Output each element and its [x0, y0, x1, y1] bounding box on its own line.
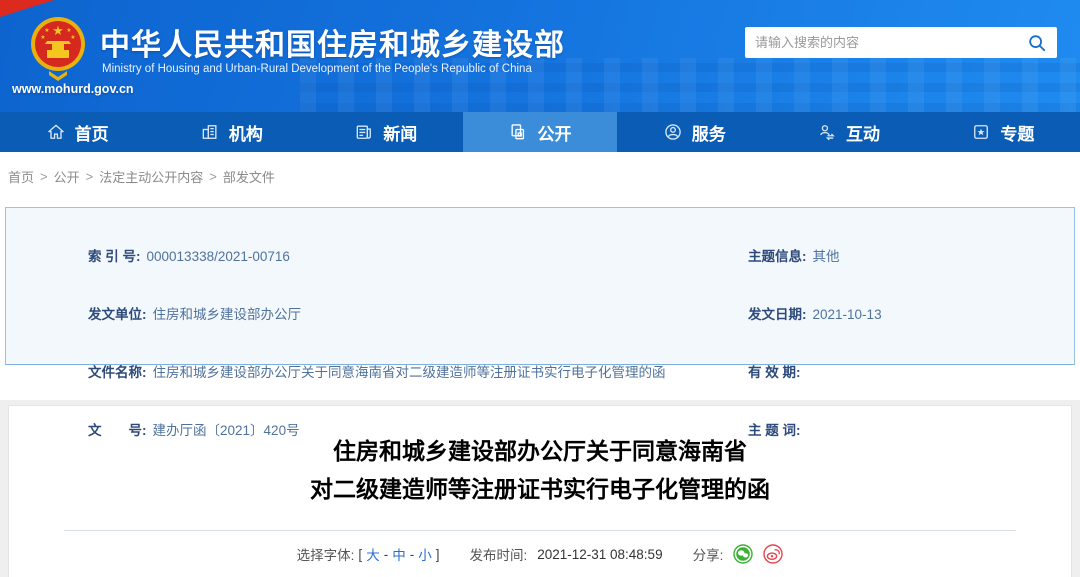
site-subtitle: Ministry of Housing and Urban-Rural Deve…: [102, 63, 532, 75]
meta-label: 发文日期:: [748, 307, 807, 322]
meta-column-left: 索 引 号: 000013338/2021-00716 发文单位: 住房和城乡建设部…: [58, 234, 718, 438]
svg-text:★: ★: [44, 27, 49, 34]
document-meta-card: 索 引 号: 000013338/2021-00716 发文单位: 住房和城乡建设部…: [5, 207, 1075, 438]
meta-value: 2021-10-13: [812, 307, 882, 322]
breadcrumb-item-disclosure[interactable]: 公开: [54, 167, 80, 186]
font-size-small-button[interactable]: 小: [418, 544, 432, 564]
breadcrumb-separator: >: [40, 168, 48, 184]
publish-time-label: 发布时间:: [469, 548, 528, 563]
nav-item-interaction[interactable]: 互动: [771, 112, 925, 152]
meta-value: 建办厅函〔2021〕420号: [152, 423, 300, 438]
bracket-close: ]: [435, 546, 440, 562]
service-icon: [663, 122, 683, 142]
nav-item-label: 新闻: [383, 124, 418, 144]
meta-label: 文 号:: [88, 423, 147, 438]
svg-text:★: ★: [40, 34, 45, 41]
national-emblem-icon: ★ ★ ★ ★ ★: [31, 17, 85, 81]
breadcrumb-separator: >: [85, 168, 94, 184]
meta-row-issue-date: 发文日期: 2021-10-13: [718, 292, 1074, 337]
nav-item-organization[interactable]: 机构: [154, 112, 308, 152]
site-header: ★ ★ ★ ★ ★ 中华人民共和国住房和城乡建设部 Ministry of Ho…: [0, 0, 1080, 112]
meta-row-index-number: 索 引 号: 000013338/2021-00716: [58, 234, 718, 279]
breadcrumb: 首页 > 公开 > 法定主动公开内容 > 部发文件: [0, 152, 1080, 200]
nav-item-label: 首页: [74, 124, 109, 144]
publish-time-value: 2021-12-31 08:48:59: [537, 546, 663, 562]
search-input[interactable]: [755, 35, 1027, 50]
meta-label: 主 题 词:: [748, 423, 801, 438]
share-group: 分享:: [693, 544, 784, 564]
font-size-large-button[interactable]: 大: [366, 544, 380, 564]
meta-label: 主题信息:: [748, 249, 807, 264]
meta-value: 住房和城乡建设部办公厅关于同意海南省对二级建造师等注册证书实行电子化管理的函: [152, 365, 666, 380]
interaction-icon: [817, 122, 837, 142]
meta-column-right: 主题信息: 其他 发文日期: 2021-10-13 有 效 期: 主 题 词:: [718, 234, 1074, 438]
nav-item-label: 公开: [537, 124, 572, 144]
svg-text:★: ★: [70, 34, 75, 41]
meta-row-document-name: 文件名称: 住房和城乡建设部办公厅关于同意海南省对二级建造师等注册证书实行电子化管…: [58, 350, 718, 395]
breadcrumb-item-current: 部发文件: [222, 169, 275, 185]
document-meta-section: 索 引 号: 000013338/2021-00716 发文单位: 住房和城乡建设部…: [0, 200, 1080, 438]
meta-label: 有 效 期:: [748, 365, 801, 380]
site-url: www.mohurd.gov.cn: [12, 82, 134, 96]
nav-item-service[interactable]: 服务: [617, 112, 771, 152]
home-icon: [46, 122, 66, 142]
meta-label: 索 引 号:: [88, 249, 141, 264]
organization-icon: [200, 122, 220, 142]
meta-row-issuing-unit: 发文单位: 住房和城乡建设部办公厅: [58, 292, 718, 337]
article-title-line-2: 对二级建造师等注册证书实行电子化管理的函: [310, 476, 770, 502]
meta-row-keywords: 主 题 词:: [718, 408, 1074, 453]
disclosure-icon: [508, 122, 528, 142]
font-size-medium-button[interactable]: 中: [392, 544, 406, 564]
nav-item-label: 互动: [846, 124, 881, 144]
weibo-icon[interactable]: [763, 544, 784, 564]
topics-icon: [971, 122, 991, 142]
meta-label: 发文单位:: [88, 307, 147, 322]
article-divider: [64, 530, 1016, 531]
meta-value: 000013338/2021-00716: [146, 249, 290, 264]
nav-item-label: 服务: [691, 124, 726, 144]
search-icon[interactable]: [1027, 33, 1047, 53]
nav-item-disclosure[interactable]: 公开: [462, 112, 618, 152]
font-size-selector: 选择字体: [ 大 - 中 - 小 ]: [297, 544, 440, 564]
svg-text:★: ★: [66, 27, 71, 34]
article-toolbar: 选择字体: [ 大 - 中 - 小 ] 发布时间: 2021-12-31 08:…: [9, 544, 1071, 564]
wechat-icon[interactable]: [733, 544, 754, 564]
meta-row-validity: 有 效 期:: [718, 350, 1074, 395]
nav-item-home[interactable]: 首页: [0, 112, 154, 152]
font-size-dash: -: [383, 546, 389, 562]
meta-label: 文件名称:: [88, 365, 147, 380]
breadcrumb-item-home[interactable]: 首页: [8, 167, 34, 186]
nav-item-topics[interactable]: 专题: [926, 112, 1080, 152]
font-size-dash: -: [409, 546, 415, 562]
site-title: 中华人民共和国住房和城乡建设部: [100, 29, 565, 62]
nav-item-news[interactable]: 新闻: [309, 112, 463, 152]
nav-item-label: 专题: [1000, 124, 1035, 144]
bracket-open: [: [358, 546, 363, 562]
meta-value: 住房和城乡建设部办公厅: [152, 307, 302, 322]
main-nav: 首页 机构 新闻 公开 服务 互动 专题: [0, 112, 1080, 152]
meta-value: 其他: [812, 249, 840, 264]
breadcrumb-separator: >: [209, 168, 217, 184]
share-label: 分享:: [692, 548, 724, 563]
meta-row-topic-info: 主题信息: 其他: [718, 234, 1074, 279]
font-selector-label: 选择字体:: [296, 548, 355, 563]
breadcrumb-item-statutory-content[interactable]: 法定主动公开内容: [99, 167, 203, 186]
search-box[interactable]: [745, 27, 1057, 58]
nav-item-label: 机构: [228, 124, 263, 144]
publish-time-group: 发布时间: 2021-12-31 08:48:59: [469, 544, 662, 564]
svg-text:★: ★: [52, 23, 64, 38]
news-icon: [354, 122, 374, 142]
